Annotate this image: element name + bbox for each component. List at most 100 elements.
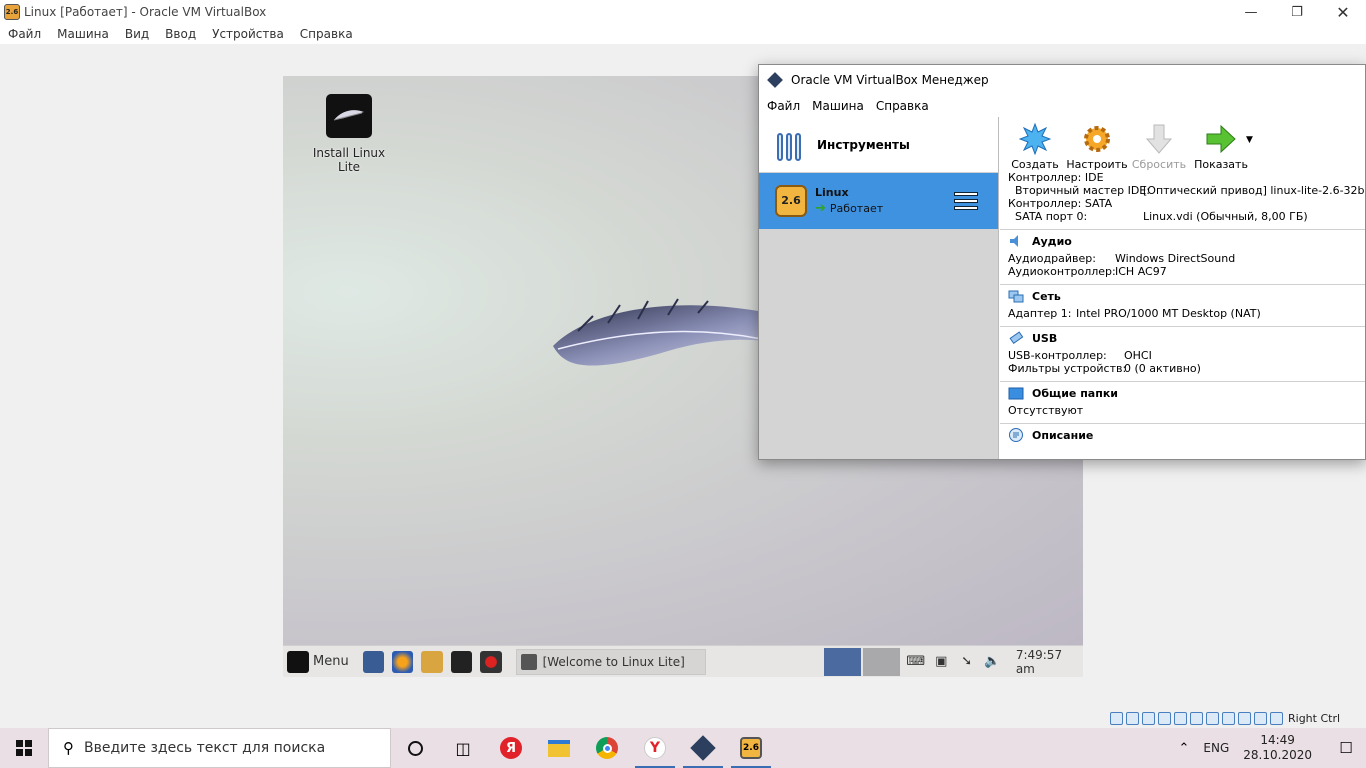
monitor-icon[interactable]: ▣ [932,654,951,670]
chrome-icon [596,737,618,759]
video-capture-status-icon[interactable] [1222,711,1235,725]
description-header[interactable]: Описание [1000,424,1365,446]
menu-input[interactable]: Ввод [157,27,204,41]
keyboard-icon[interactable]: ⌨ [906,654,925,670]
workspace-1[interactable] [824,647,862,676]
taskbar-search-box[interactable]: ⚲ Введите здесь текст для поиска [48,728,391,768]
language-indicator[interactable]: ENG [1203,741,1229,755]
manager-menu-machine[interactable]: Машина [806,99,870,113]
guest-menu-button[interactable]: Menu [287,650,349,673]
keyboard-capture-status-icon[interactable] [1270,711,1283,725]
guest-task-welcome[interactable]: [Welcome to Linux Lite] [515,648,707,675]
show-arrow-icon [1205,123,1237,155]
maximize-icon[interactable]: ❐ [1274,0,1320,24]
install-linux-lite-shortcut[interactable]: Install Linux Lite [301,94,397,174]
optical-drive-status-icon[interactable] [1126,711,1139,725]
file-explorer-button[interactable] [535,728,583,768]
record-launcher-icon[interactable] [480,650,502,673]
show-dropdown-icon[interactable]: ▼ [1246,135,1253,145]
audio-status-icon[interactable] [1142,711,1155,725]
description-section: Описание [1000,423,1365,446]
audio-key: Аудиоконтроллер: [1008,265,1116,278]
menu-view[interactable]: Вид [117,27,157,41]
task-view-button[interactable]: ◫ [439,728,487,768]
manager-titlebar: Oracle VM VirtualBox Менеджер [759,65,1365,95]
yandex-app-button[interactable]: Y [631,728,679,768]
close-icon[interactable]: ✕ [1320,0,1366,24]
network-cable-icon[interactable]: ➘ [957,654,976,670]
manager-menu-help[interactable]: Справка [870,99,935,113]
menu-file[interactable]: Файл [0,27,49,41]
settings-launcher-icon[interactable] [362,650,385,673]
taskbar-clock[interactable]: 14:49 28.10.2020 [1243,733,1312,763]
yandex-icon: Я [500,737,522,759]
virtualbox-manager-taskbar-button[interactable] [679,728,727,768]
manager-toolbar: Создать Настроить Сбросить Показать ▼ [1000,117,1365,171]
menu-help[interactable]: Справка [292,27,361,41]
manager-menu-file[interactable]: Файл [761,99,806,113]
storage-row: Вторичный мастер IDE: [Оптический привод]… [1000,184,1365,197]
menu-devices[interactable]: Устройства [204,27,292,41]
start-button[interactable] [0,728,48,768]
minimize-icon[interactable]: — [1228,0,1274,24]
discard-button[interactable]: Сбросить [1128,123,1190,171]
discard-arrow-icon [1143,123,1175,155]
network-status-icon[interactable] [1158,711,1171,725]
linux-lite-menu-icon [287,650,309,673]
cpu-status-icon[interactable] [1238,711,1251,725]
network-value: Intel PRO/1000 MT Desktop (NAT) [1076,307,1261,320]
virtualbox-logo-icon [767,72,783,88]
display-status-icon[interactable] [1206,711,1219,725]
chevron-up-icon[interactable]: ⌃ [1179,741,1190,756]
create-button[interactable]: Создать [1004,123,1066,171]
home-folder-launcher-icon[interactable] [421,650,443,673]
volume-icon[interactable]: 🔈 [982,654,1001,670]
system-tray: ⌃ ENG 14:49 28.10.2020 ☐ [1179,728,1366,768]
manager-title: Oracle VM VirtualBox Менеджер [791,73,989,87]
settings-button[interactable]: Настроить [1066,123,1128,171]
vm-name: Linux [815,186,849,199]
hard-disk-status-icon[interactable] [1110,711,1123,725]
audio-key: Аудиодрайвер: [1008,252,1096,265]
vm-list-item-linux[interactable]: 2.6 Linux ➔ Работает [759,173,998,229]
show-button[interactable]: Показать [1190,123,1252,171]
feather-icon [326,94,372,138]
tools-label: Инструменты [817,137,910,152]
shared-folders-value: Отсутствуют [1008,404,1084,417]
shared-folders-status-icon[interactable] [1190,711,1203,725]
settings-label: Настроить [1066,158,1128,171]
linux-vm-taskbar-button[interactable]: 2.6 [727,728,775,768]
vm-details-menu-icon[interactable] [954,192,978,210]
audio-header[interactable]: Аудио [1000,230,1365,252]
linux-vm-icon: 2.6 [775,185,807,217]
vm-menubar: Файл Машина Вид Ввод Устройства Справка [0,24,1366,44]
notification-icon[interactable]: ☐ [1326,739,1366,757]
vm-window-titlebar: 2.6 Linux [Работает] - Oracle VM Virtual… [0,0,1366,24]
clock-date: 28.10.2020 [1243,748,1312,762]
terminal-launcher-icon[interactable] [450,650,473,673]
usb-status-icon[interactable] [1174,711,1187,725]
network-header[interactable]: Сеть [1000,285,1365,307]
firefox-launcher-icon[interactable] [392,650,414,673]
usb-header[interactable]: USB [1000,327,1365,349]
menu-machine[interactable]: Машина [49,27,117,41]
vm-status-bar: Right Ctrl [1110,710,1340,726]
shared-folders-title: Общие папки [1032,386,1118,400]
chrome-button[interactable] [583,728,631,768]
cortana-button[interactable] [391,728,439,768]
yandex-browser-button[interactable]: Я [487,728,535,768]
gear-icon [1081,123,1113,155]
usb-row: USB-контроллер: OHCI [1000,349,1365,362]
workspace-2[interactable] [863,647,901,676]
mouse-integration-status-icon[interactable] [1254,711,1267,725]
search-placeholder: Введите здесь текст для поиска [84,740,326,756]
vm-details: Контроллер: IDE Вторичный мастер IDE: [Оп… [1000,171,1365,446]
usb-row: Фильтры устройств: 0 (0 активно) [1000,362,1365,375]
usb-key: USB-контроллер: [1008,349,1107,362]
guest-task-label: [Welcome to Linux Lite] [542,654,685,669]
storage-key: SATA порт 0: [1008,210,1088,223]
shared-folders-header[interactable]: Общие папки [1000,382,1365,404]
manager-menubar: Файл Машина Справка [759,95,1365,117]
usb-key: Фильтры устройств: [1008,362,1127,375]
tools-item[interactable]: Инструменты [759,117,998,173]
